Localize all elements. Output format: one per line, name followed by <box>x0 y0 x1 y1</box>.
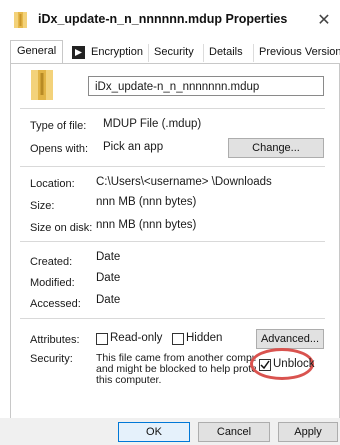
unblock-label: Unblock <box>273 358 315 370</box>
divider <box>20 318 325 319</box>
location-label: Location: <box>30 178 75 190</box>
modified-value: Date <box>96 272 121 284</box>
tab-separator <box>203 44 204 62</box>
hidden-checkbox[interactable] <box>172 333 184 345</box>
change-button[interactable]: Change... <box>228 138 324 158</box>
security-text-line-3: this computer. <box>96 374 162 386</box>
tab-general[interactable]: General <box>10 40 64 63</box>
encryption-icon <box>72 46 85 59</box>
opens-with-label: Opens with: <box>30 143 89 155</box>
hidden-label: Hidden <box>186 332 223 344</box>
tab-previous-versions[interactable]: Previous Versions <box>259 43 340 62</box>
tab-separator <box>253 44 254 62</box>
close-icon: ✕ <box>317 12 331 29</box>
folder-icon <box>31 70 53 100</box>
close-button[interactable]: ✕ <box>312 8 336 32</box>
unblock-checkbox[interactable] <box>259 359 271 371</box>
modified-label: Modified: <box>30 277 75 289</box>
created-label: Created: <box>30 256 73 268</box>
divider <box>20 108 325 109</box>
divider <box>20 241 325 242</box>
tab-security[interactable]: Security <box>154 43 194 62</box>
security-label: Security: <box>30 353 73 365</box>
tab-encryption[interactable]: Encryption <box>91 43 143 62</box>
advanced-button[interactable]: Advanced... <box>256 329 324 349</box>
tab-separator <box>148 44 149 62</box>
tab-strip: General Encryption Security Details Prev… <box>10 40 340 64</box>
checkmark-icon <box>260 360 270 370</box>
read-only-checkbox[interactable] <box>96 333 108 345</box>
size-value: nnn MB (nnn bytes) <box>96 196 197 208</box>
accessed-value: Date <box>96 294 121 306</box>
apply-button[interactable]: Apply <box>278 422 338 442</box>
attributes-label: Attributes: <box>30 334 80 346</box>
type-label: Type of file: <box>30 120 87 132</box>
size-on-disk-label: Size on disk: <box>30 222 93 234</box>
cancel-button[interactable]: Cancel <box>198 422 270 442</box>
type-value: MDUP File (.mdup) <box>103 118 202 130</box>
tab-details[interactable]: Details <box>209 43 243 62</box>
read-only-label: Read-only <box>110 332 163 344</box>
button-bar: OK Cancel Apply <box>0 418 340 445</box>
window-title: iDx_update-n_n_nnnnnn.mdup Properties <box>38 12 288 26</box>
created-value: Date <box>96 251 121 263</box>
opens-with-value: Pick an app <box>103 141 164 153</box>
size-on-disk-value: nnn MB (nnn bytes) <box>96 219 197 231</box>
ok-button[interactable]: OK <box>118 422 190 442</box>
accessed-label: Accessed: <box>30 298 81 310</box>
size-label: Size: <box>30 200 55 212</box>
title-bar: iDx_update-n_n_nnnnnn.mdup Properties ✕ <box>0 0 340 40</box>
file-name-field[interactable]: iDx_update-n_n_nnnnnnn.mdup <box>88 76 324 96</box>
location-value: C:\Users\<username> \Downloads <box>96 176 272 188</box>
file-icon <box>14 12 27 28</box>
divider <box>20 166 325 167</box>
